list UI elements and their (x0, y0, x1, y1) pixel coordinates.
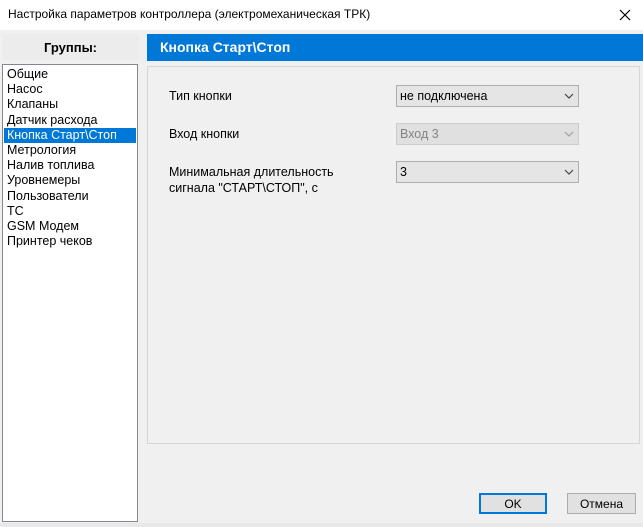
button-type-select[interactable]: не подключена (396, 85, 579, 107)
min-duration-label-line1: Минимальная длительность (169, 165, 334, 179)
groups-header: Группы: (2, 34, 139, 60)
button-input-value: Вход 3 (400, 127, 439, 141)
group-item-users[interactable]: Пользователи (4, 189, 136, 204)
group-item-flow-sensor[interactable]: Датчик расхода (4, 113, 136, 128)
close-button[interactable] (607, 0, 643, 30)
group-item-gsm-modem[interactable]: GSM Модем (4, 219, 136, 234)
chevron-down-icon (560, 124, 578, 144)
group-item-ts[interactable]: ТС (4, 204, 136, 219)
button-type-label: Тип кнопки (169, 89, 232, 103)
button-input-label: Вход кнопки (169, 127, 240, 141)
group-item-level-gauges[interactable]: Уровнемеры (4, 173, 136, 188)
min-duration-label-line2: сигнала "СТАРТ\СТОП", с (169, 181, 318, 195)
group-item-start-stop-button[interactable]: Кнопка Старт\Стоп (4, 127, 136, 143)
cancel-button[interactable]: Отмена (567, 493, 636, 514)
button-input-select: Вход 3 (396, 123, 579, 145)
button-type-value: не подключена (400, 89, 488, 103)
min-duration-select[interactable]: 3 (396, 161, 579, 183)
window-title: Настройка параметров контроллера (электр… (8, 7, 371, 21)
group-item-pump[interactable]: Насос (4, 82, 136, 97)
chevron-down-icon (560, 162, 578, 182)
groups-list[interactable]: Общие Насос Клапаны Датчик расхода Кнопк… (2, 64, 138, 522)
ok-button[interactable]: OK (479, 493, 547, 514)
group-item-metrology[interactable]: Метрология (4, 143, 136, 158)
section-title: Кнопка Старт\Стоп (147, 34, 643, 61)
group-item-general[interactable]: Общие (4, 67, 136, 82)
window-bottom-border (0, 523, 643, 527)
group-item-fuel-dispensing[interactable]: Налив топлива (4, 158, 136, 173)
group-item-valves[interactable]: Клапаны (4, 97, 136, 112)
close-icon (619, 9, 631, 21)
chevron-down-icon (560, 86, 578, 106)
min-duration-value: 3 (400, 165, 407, 179)
group-item-receipt-printer[interactable]: Принтер чеков (4, 234, 136, 249)
title-bar: Настройка параметров контроллера (электр… (0, 0, 643, 30)
